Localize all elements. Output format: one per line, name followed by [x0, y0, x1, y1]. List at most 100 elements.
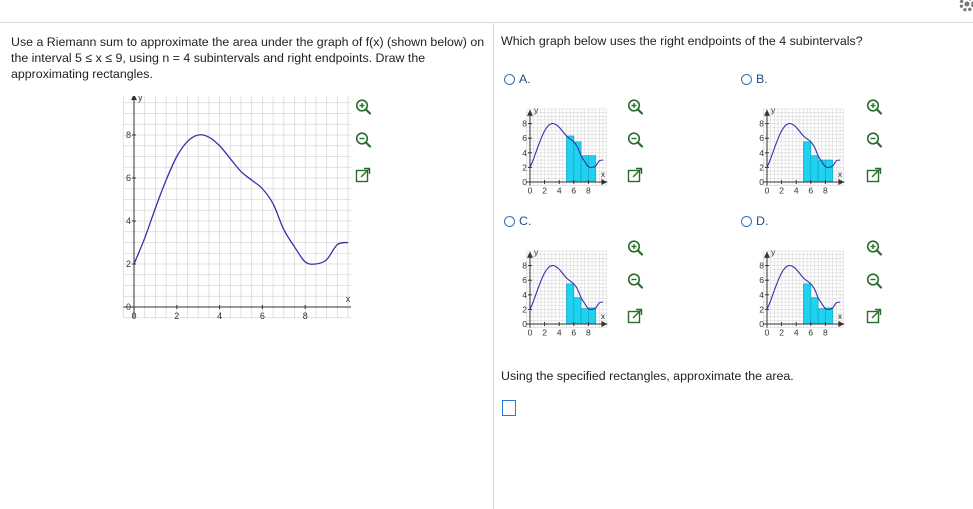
- y-tick-label: 6: [522, 133, 527, 143]
- area-answer-input[interactable]: [502, 400, 516, 416]
- y-tick-label: 4: [126, 216, 131, 226]
- x-axis-label: x: [838, 169, 843, 179]
- main-zoom-out-button[interactable]: [353, 130, 373, 150]
- zoom-out-icon: [355, 132, 372, 148]
- option-d-label: D.: [756, 214, 769, 228]
- option-c-graph: 0 2 4 6 802468xy: [522, 247, 608, 338]
- y-tick-label: 4: [759, 148, 764, 158]
- y-tick-label: 0: [759, 319, 764, 329]
- riemann-rect: [573, 297, 582, 325]
- y-tick-label: 2: [522, 304, 527, 314]
- option-b[interactable]: B.: [741, 72, 768, 86]
- x-axis-label: x: [838, 311, 843, 321]
- x-tick-label: 0: [528, 186, 533, 196]
- zoom-in-icon: [355, 99, 372, 115]
- x-tick-label: 2: [779, 186, 784, 196]
- x-tick-label: 8: [303, 311, 308, 321]
- y-tick-label: 8: [126, 130, 131, 140]
- x-tick-label: 0: [131, 311, 136, 321]
- riemann-rect: [580, 308, 589, 325]
- y-tick-label: 8: [759, 261, 764, 271]
- option-c[interactable]: C.: [504, 214, 531, 228]
- zoom-out-icon: [866, 132, 883, 148]
- y-axis-label: y: [771, 105, 776, 115]
- x-tick-label: 4: [557, 186, 562, 196]
- zoom-in-icon: [866, 240, 883, 256]
- option-b-popout-button[interactable]: [864, 165, 884, 185]
- x-tick-label: 6: [571, 328, 576, 338]
- main-zoom-in-button[interactable]: [353, 97, 373, 117]
- option-a-popout-button[interactable]: [625, 165, 645, 185]
- option-c-label: C.: [519, 214, 532, 228]
- area-instruction: Using the specified rectangles, approxim…: [501, 369, 794, 383]
- y-tick-label: 0: [522, 177, 527, 187]
- zoom-out-icon: [627, 132, 644, 148]
- x-tick-label: 2: [779, 328, 784, 338]
- option-c-zoom-out-button[interactable]: [625, 271, 645, 291]
- option-d[interactable]: D.: [741, 214, 768, 228]
- option-d-radio[interactable]: [741, 215, 752, 227]
- option-a-zoom-out-button[interactable]: [625, 130, 645, 150]
- option-b-zoom-in-button[interactable]: [864, 97, 884, 117]
- option-d-zoom-out-button[interactable]: [864, 271, 884, 291]
- question-text: Use a Riemann sum to approximate the are…: [11, 35, 485, 81]
- y-tick-label: 2: [759, 304, 764, 314]
- popout-icon: [627, 167, 643, 183]
- x-tick-label: 2: [542, 186, 547, 196]
- main-popout-button[interactable]: [353, 165, 373, 185]
- panel-divider: [493, 23, 494, 509]
- riemann-rect: [588, 155, 597, 183]
- y-axis-arrow: [131, 96, 137, 101]
- x-tick-label: 6: [808, 328, 813, 338]
- y-axis-label: y: [534, 105, 539, 115]
- riemann-rect: [588, 307, 597, 325]
- x-axis-label: x: [601, 169, 606, 179]
- x-tick-label: 8: [823, 186, 828, 196]
- riemann-rect: [817, 159, 826, 183]
- x-tick-label: 2: [542, 328, 547, 338]
- x-tick-label: 0: [528, 328, 533, 338]
- x-tick-label: 4: [557, 328, 562, 338]
- option-d-zoom-in-button[interactable]: [864, 238, 884, 258]
- x-tick-label: 0: [765, 328, 770, 338]
- y-tick-label: 6: [522, 275, 527, 285]
- x-tick-label: 6: [260, 311, 265, 321]
- y-tick-label: 4: [759, 290, 764, 300]
- option-d-graph: 0 2 4 6 802468xy: [759, 247, 845, 338]
- x-tick-label: 0: [765, 186, 770, 196]
- y-tick-label: 0: [522, 319, 527, 329]
- riemann-rect: [566, 135, 575, 183]
- option-d-popout-button[interactable]: [864, 306, 884, 326]
- x-tick-label: 8: [586, 186, 591, 196]
- riemann-rect: [825, 307, 834, 325]
- x-tick-label: 8: [823, 328, 828, 338]
- y-tick-label: 6: [759, 133, 764, 143]
- y-axis-label: y: [138, 96, 143, 102]
- gear-icon[interactable]: [957, 0, 973, 14]
- x-axis-label: x: [601, 311, 606, 321]
- x-tick-label: 6: [808, 186, 813, 196]
- right-question: Which graph below uses the right endpoin…: [501, 34, 863, 48]
- y-tick-label: 2: [759, 162, 764, 172]
- y-tick-label: 4: [522, 290, 527, 300]
- option-b-radio[interactable]: [741, 73, 752, 85]
- option-c-radio[interactable]: [504, 215, 515, 227]
- option-a-zoom-in-button[interactable]: [625, 97, 645, 117]
- y-tick-label: 4: [522, 148, 527, 158]
- y-tick-label: 8: [522, 119, 527, 129]
- y-tick-label: 8: [522, 261, 527, 271]
- y-tick-label: 6: [126, 173, 131, 183]
- riemann-rect: [580, 155, 589, 183]
- option-c-popout-button[interactable]: [625, 306, 645, 326]
- option-b-zoom-out-button[interactable]: [864, 130, 884, 150]
- option-a[interactable]: A.: [504, 72, 531, 86]
- y-axis-label: y: [534, 247, 539, 257]
- zoom-in-icon: [627, 240, 644, 256]
- riemann-rect: [810, 297, 819, 325]
- x-tick-label: 4: [794, 186, 799, 196]
- option-c-zoom-in-button[interactable]: [625, 238, 645, 258]
- option-a-radio[interactable]: [504, 73, 515, 85]
- popout-icon: [866, 308, 882, 324]
- y-tick-label: 2: [126, 259, 131, 269]
- y-tick-label: 0: [126, 302, 131, 312]
